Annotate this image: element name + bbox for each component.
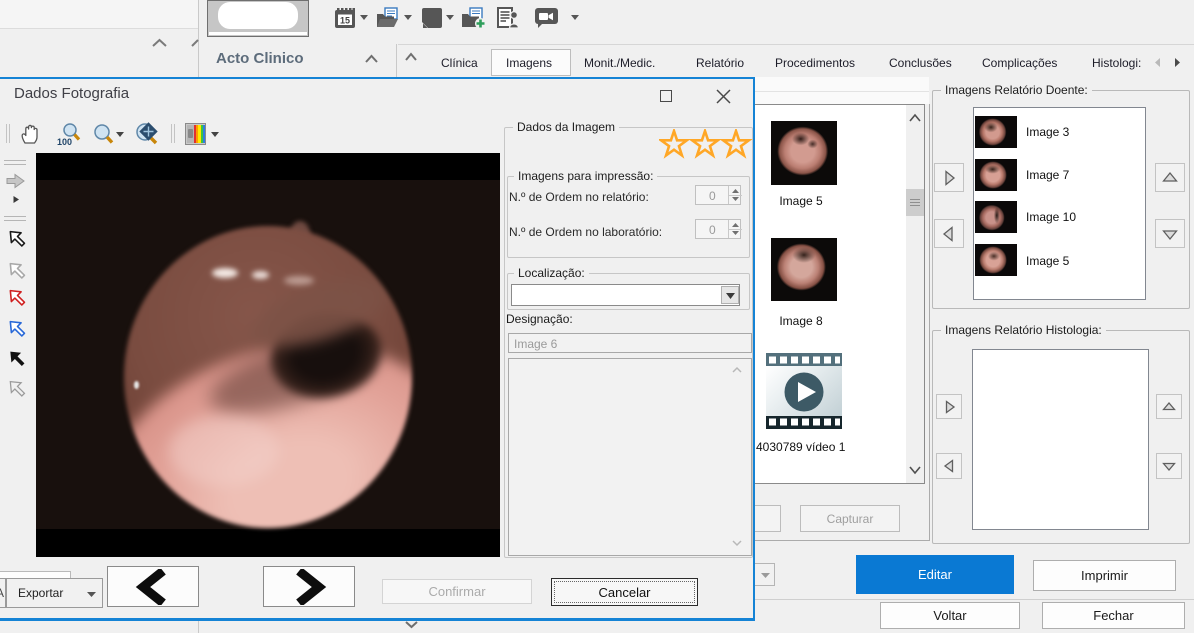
svg-text:100: 100 <box>57 137 72 147</box>
svg-text:15: 15 <box>340 16 350 26</box>
